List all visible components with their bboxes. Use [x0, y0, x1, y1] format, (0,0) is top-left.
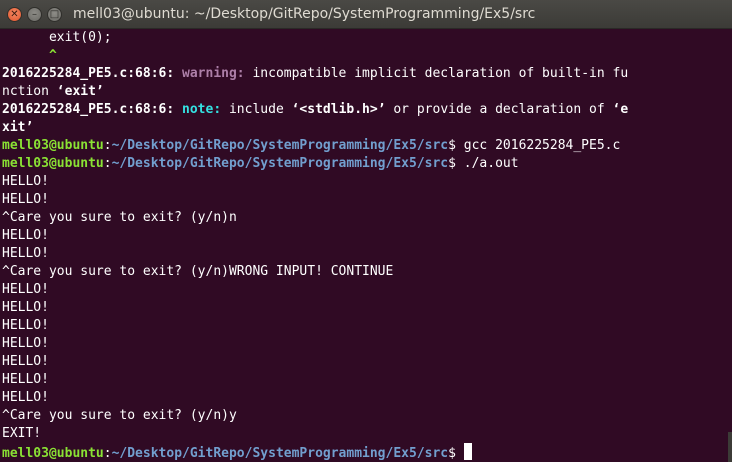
minimize-icon: – — [32, 8, 37, 20]
output-text: exit(0); — [2, 30, 112, 45]
close-icon: ✕ — [10, 8, 19, 20]
shell-prompt-line[interactable]: mell03@ubuntu:~/Desktop/GitRepo/SystemPr… — [2, 443, 472, 461]
resize-handle[interactable] — [728, 432, 732, 462]
source-location: 2016225284_PE5.c:68:6: — [2, 102, 183, 117]
prompt-path: ~/Desktop/GitRepo/SystemProgramming/Ex5/… — [111, 156, 449, 171]
program-output-line: HELLO! — [2, 174, 49, 189]
program-output-line: HELLO! — [2, 300, 49, 315]
program-output-line: HELLO! — [2, 318, 49, 333]
quoted-identifier: ‘exit’ — [56, 84, 104, 99]
prompt-user-host: mell03@ubuntu — [2, 446, 104, 461]
program-output-line: ^Care you sure to exit? (y/n)n — [2, 210, 237, 225]
note-message: or provide a declaration of — [385, 102, 613, 117]
prompt-user-host: mell03@ubuntu — [2, 156, 104, 171]
prompt-separator: : — [103, 138, 112, 153]
program-output-line: ^Care you sure to exit? (y/n)y — [2, 408, 237, 423]
program-output-line: EXIT! — [2, 426, 42, 441]
output-line: exit(0); — [2, 29, 112, 47]
program-output-line: HELLO! — [2, 336, 49, 351]
warning-message: nction — [2, 84, 57, 99]
caret-marker: ^ — [2, 48, 57, 63]
title-bar[interactable]: ✕ – □ mell03@ubuntu: ~/Desktop/GitRepo/S… — [0, 0, 732, 29]
prompt-path: ~/Desktop/GitRepo/SystemProgramming/Ex5/… — [111, 446, 449, 461]
terminal-window: ✕ – □ mell03@ubuntu: ~/Desktop/GitRepo/S… — [0, 0, 732, 462]
program-output-line: HELLO! — [2, 282, 49, 297]
maximize-icon: □ — [49, 8, 60, 20]
command-text: $ gcc 2016225284_PE5.c — [448, 138, 621, 153]
program-output-line: ^Care you sure to exit? (y/n)WRONG INPUT… — [2, 264, 394, 279]
command-text: $ — [448, 446, 464, 461]
program-output-line: HELLO! — [2, 390, 49, 405]
prompt-path: ~/Desktop/GitRepo/SystemProgramming/Ex5/… — [111, 138, 449, 153]
close-window-button[interactable]: ✕ — [7, 7, 22, 22]
note-label: note: — [182, 102, 229, 117]
warning-label: warning: — [182, 66, 253, 81]
window-title: mell03@ubuntu: ~/Desktop/GitRepo/SystemP… — [73, 6, 536, 22]
note-message: include — [228, 102, 292, 117]
source-location: 2016225284_PE5.c:68:6: — [2, 66, 183, 81]
compiler-note-line: xit’ — [2, 119, 33, 137]
prompt-separator: : — [103, 156, 112, 171]
maximize-window-button[interactable]: □ — [47, 7, 62, 22]
shell-prompt-line: mell03@ubuntu:~/Desktop/GitRepo/SystemPr… — [2, 155, 519, 173]
terminal-output[interactable]: exit(0); ^ 2016225284_PE5.c:68:6: warnin… — [0, 29, 732, 462]
prompt-user-host: mell03@ubuntu — [2, 138, 104, 153]
quoted-identifier: xit’ — [2, 120, 34, 135]
warning-message: incompatible implicit declaration of bui… — [252, 66, 629, 81]
minimize-window-button[interactable]: – — [27, 7, 42, 22]
compiler-warning-line: 2016225284_PE5.c:68:6: warning: incompat… — [2, 65, 628, 83]
quoted-identifier: ‘e — [612, 102, 629, 117]
compiler-note-line: 2016225284_PE5.c:68:6: note: include ‘<s… — [2, 101, 628, 119]
prompt-separator: : — [103, 446, 112, 461]
program-output-line: HELLO! — [2, 192, 49, 207]
program-output-line: HELLO! — [2, 372, 49, 387]
program-output-line: HELLO! — [2, 228, 49, 243]
quoted-header: ‘<stdlib.h>’ — [291, 102, 386, 117]
text-cursor[interactable] — [463, 443, 472, 460]
program-output-line: HELLO! — [2, 354, 49, 369]
compiler-warning-line: nction ‘exit’ — [2, 83, 104, 101]
shell-prompt-line: mell03@ubuntu:~/Desktop/GitRepo/SystemPr… — [2, 137, 620, 155]
program-output-line: HELLO! — [2, 246, 49, 261]
output-line: ^ — [2, 47, 57, 65]
command-text: $ ./a.out — [448, 156, 519, 171]
